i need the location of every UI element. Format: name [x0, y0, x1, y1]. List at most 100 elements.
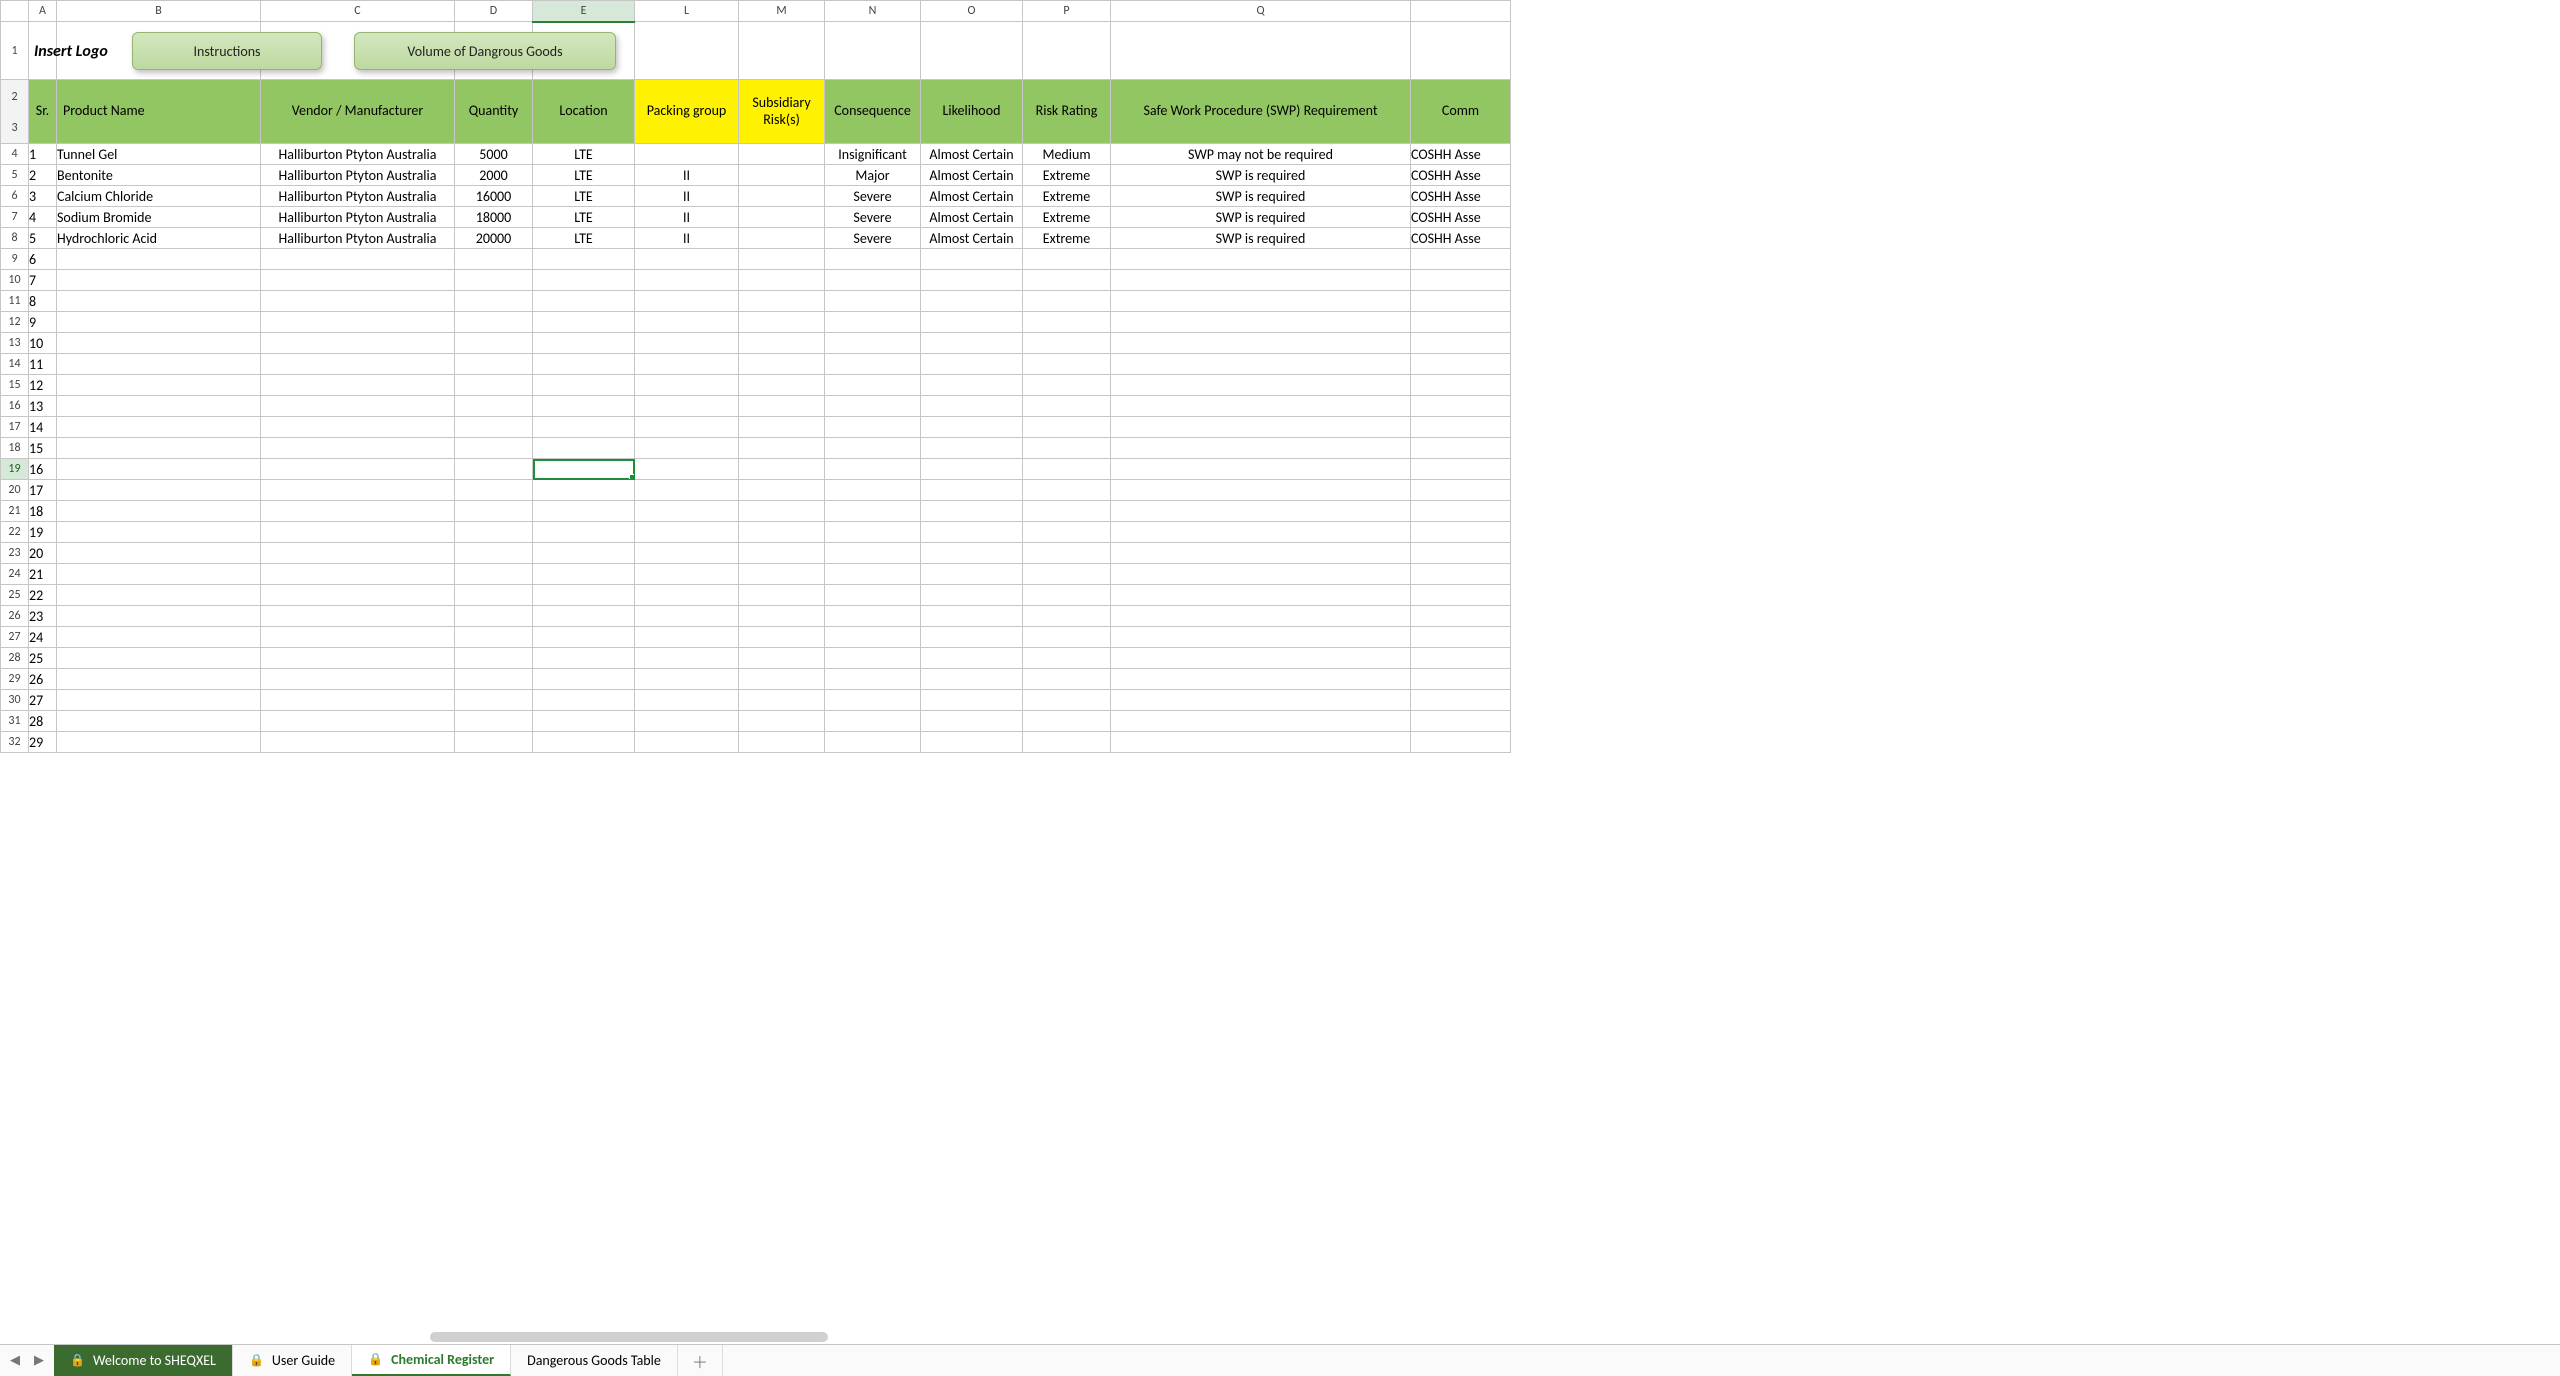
cell[interactable]	[635, 690, 739, 711]
tab-dangerous-goods-table[interactable]: Dangerous Goods Table	[511, 1345, 678, 1376]
cell[interactable]	[739, 354, 825, 375]
cell-product[interactable]: Tunnel Gel	[57, 144, 261, 165]
cell[interactable]	[57, 396, 261, 417]
cell[interactable]	[635, 564, 739, 585]
cell[interactable]	[921, 270, 1023, 291]
cell[interactable]	[739, 375, 825, 396]
cell-swp[interactable]: SWP is required	[1111, 207, 1411, 228]
horizontal-scrollbar-thumb[interactable]	[430, 1332, 828, 1342]
cell[interactable]	[533, 396, 635, 417]
cell[interactable]	[261, 543, 455, 564]
cell[interactable]	[261, 480, 455, 501]
cell[interactable]	[533, 606, 635, 627]
cell[interactable]	[1023, 396, 1111, 417]
cell[interactable]	[825, 249, 921, 270]
cell[interactable]	[57, 270, 261, 291]
cell-product[interactable]: Sodium Bromide	[57, 207, 261, 228]
cell[interactable]	[1411, 606, 1511, 627]
cell[interactable]	[533, 585, 635, 606]
cell[interactable]	[1111, 627, 1411, 648]
cell[interactable]	[57, 417, 261, 438]
cell[interactable]	[921, 564, 1023, 585]
cell[interactable]	[57, 585, 261, 606]
cell[interactable]	[921, 312, 1023, 333]
cell-location[interactable]: LTE	[533, 165, 635, 186]
cell-sr[interactable]: 20	[29, 543, 57, 564]
cell[interactable]	[455, 690, 533, 711]
cell-risk-rating[interactable]: Extreme	[1023, 165, 1111, 186]
cell[interactable]	[455, 312, 533, 333]
cell[interactable]	[533, 312, 635, 333]
cell[interactable]	[1411, 375, 1511, 396]
cell[interactable]	[921, 585, 1023, 606]
row-header[interactable]: 6	[1, 186, 29, 207]
cell[interactable]	[455, 480, 533, 501]
cell[interactable]	[533, 354, 635, 375]
cell-comm[interactable]: COSHH Asse	[1411, 186, 1511, 207]
cell-sr[interactable]: 7	[29, 270, 57, 291]
tab-user-guide[interactable]: 🔒 User Guide	[233, 1345, 352, 1376]
row-header[interactable]: 5	[1, 165, 29, 186]
cell[interactable]	[1411, 312, 1511, 333]
cell-comm[interactable]: COSHH Asse	[1411, 165, 1511, 186]
cell[interactable]	[921, 627, 1023, 648]
cell[interactable]	[1023, 291, 1111, 312]
cell-likelihood[interactable]: Almost Certain	[921, 207, 1023, 228]
cell[interactable]	[1411, 396, 1511, 417]
cell-sr[interactable]: 26	[29, 669, 57, 690]
cell[interactable]	[739, 291, 825, 312]
cell-qty[interactable]: 5000	[455, 144, 533, 165]
row-header[interactable]: 27	[1, 627, 29, 648]
cell[interactable]	[1111, 312, 1411, 333]
cell[interactable]	[455, 585, 533, 606]
cell[interactable]	[921, 522, 1023, 543]
cell-sr[interactable]: 6	[29, 249, 57, 270]
cell[interactable]	[261, 501, 455, 522]
cell-likelihood[interactable]: Almost Certain	[921, 144, 1023, 165]
row-header-2[interactable]: 2	[1, 80, 29, 114]
cell[interactable]	[57, 333, 261, 354]
cell-packing-group[interactable]	[635, 144, 739, 165]
cell[interactable]	[739, 711, 825, 732]
cell-sr[interactable]: 9	[29, 312, 57, 333]
cell-swp[interactable]: SWP is required	[1111, 186, 1411, 207]
cell[interactable]	[261, 606, 455, 627]
cell[interactable]	[1111, 270, 1411, 291]
cell[interactable]	[261, 459, 455, 480]
cell[interactable]	[739, 333, 825, 354]
cell[interactable]	[1023, 354, 1111, 375]
cell[interactable]	[739, 270, 825, 291]
cell[interactable]	[635, 606, 739, 627]
cell[interactable]	[739, 522, 825, 543]
cell-sr[interactable]: 29	[29, 732, 57, 753]
cell[interactable]	[635, 732, 739, 753]
cell[interactable]	[533, 690, 635, 711]
cell-consequence[interactable]: Major	[825, 165, 921, 186]
cell[interactable]	[57, 501, 261, 522]
cell[interactable]	[921, 333, 1023, 354]
sheet-area[interactable]: A B C D E L M N O P Q 1 2	[0, 0, 2560, 1344]
cell[interactable]	[1111, 585, 1411, 606]
cell[interactable]	[825, 501, 921, 522]
cell[interactable]	[1023, 417, 1111, 438]
cell[interactable]	[533, 732, 635, 753]
cell[interactable]	[455, 711, 533, 732]
cell-risk-rating[interactable]: Extreme	[1023, 228, 1111, 249]
cell-consequence[interactable]: Severe	[825, 186, 921, 207]
cell[interactable]	[739, 249, 825, 270]
cell-location[interactable]: LTE	[533, 207, 635, 228]
cell[interactable]	[57, 627, 261, 648]
cell[interactable]	[1023, 312, 1111, 333]
cell[interactable]	[635, 627, 739, 648]
cell-subsidiary-risk[interactable]	[739, 165, 825, 186]
row-header[interactable]: 11	[1, 291, 29, 312]
col-header-R[interactable]	[1411, 1, 1511, 22]
cell[interactable]	[455, 438, 533, 459]
cell-vendor[interactable]: Halliburton Ptyton Australia	[261, 144, 455, 165]
cell[interactable]	[825, 438, 921, 459]
cell[interactable]	[533, 564, 635, 585]
col-header-C[interactable]: C	[261, 1, 455, 22]
cell[interactable]	[1411, 270, 1511, 291]
cell[interactable]	[1111, 564, 1411, 585]
cell[interactable]	[825, 711, 921, 732]
